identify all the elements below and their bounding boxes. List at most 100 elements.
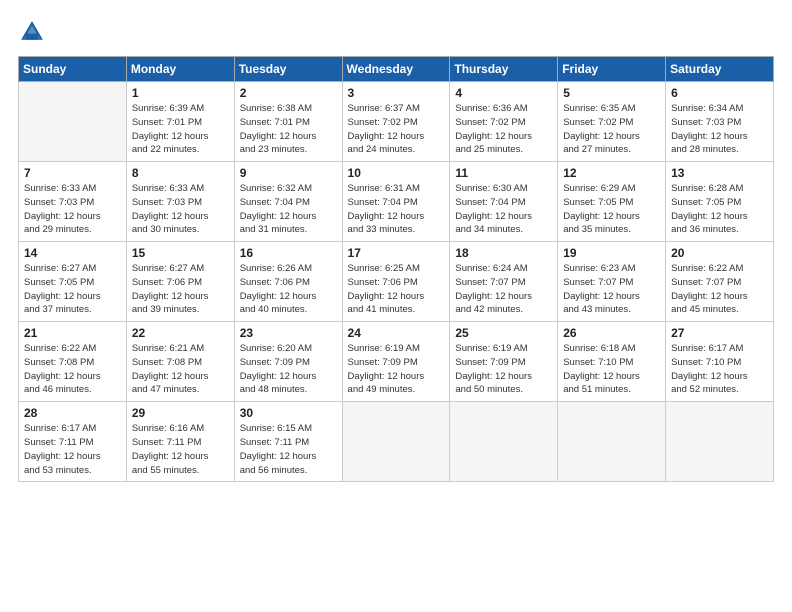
calendar-cell: 28Sunrise: 6:17 AM Sunset: 7:11 PM Dayli… [19, 402, 127, 482]
calendar-week-row: 14 Sunrise: 6:27 AM Sunset: 7:05 PM Dayli… [19, 242, 774, 322]
day-info: Sunrise: 6:19 AM Sunset: 7:09 PM Dayligh… [455, 342, 552, 397]
calendar-cell: 15 Sunrise: 6:27 AM Sunset: 7:06 PM Dayli… [126, 242, 234, 322]
weekday-header: Monday [126, 57, 234, 82]
day-number: 8 [132, 166, 229, 180]
weekday-header: Wednesday [342, 57, 450, 82]
calendar-cell [342, 402, 450, 482]
day-info: Sunrise: 6:25 AM Sunset: 7:06 PM Dayligh… [348, 262, 445, 317]
day-info: Sunrise: 6:22 AM Sunset: 7:07 PM Dayligh… [671, 262, 768, 317]
calendar-cell [19, 82, 127, 162]
calendar-cell: 19 Sunrise: 6:23 AM Sunset: 7:07 PM Dayli… [558, 242, 666, 322]
day-number: 30 [240, 406, 337, 420]
calendar-week-row: 21Sunrise: 6:22 AM Sunset: 7:08 PM Dayli… [19, 322, 774, 402]
calendar-cell: 16 Sunrise: 6:26 AM Sunset: 7:06 PM Dayli… [234, 242, 342, 322]
day-number: 18 [455, 246, 552, 260]
day-info: Sunrise: 6:20 AM Sunset: 7:09 PM Dayligh… [240, 342, 337, 397]
calendar-cell: 9 Sunrise: 6:32 AM Sunset: 7:04 PM Daylig… [234, 162, 342, 242]
day-info: Sunrise: 6:23 AM Sunset: 7:07 PM Dayligh… [563, 262, 660, 317]
calendar-cell: 3Sunrise: 6:37 AM Sunset: 7:02 PM Daylig… [342, 82, 450, 162]
day-number: 9 [240, 166, 337, 180]
calendar-cell: 22 Sunrise: 6:21 AM Sunset: 7:08 PM Dayli… [126, 322, 234, 402]
day-number: 5 [563, 86, 660, 100]
logo [18, 18, 50, 46]
day-info: Sunrise: 6:35 AM Sunset: 7:02 PM Dayligh… [563, 102, 660, 157]
day-info: Sunrise: 6:27 AM Sunset: 7:06 PM Dayligh… [132, 262, 229, 317]
day-info: Sunrise: 6:18 AM Sunset: 7:10 PM Dayligh… [563, 342, 660, 397]
calendar-cell: 17 Sunrise: 6:25 AM Sunset: 7:06 PM Dayli… [342, 242, 450, 322]
day-info: Sunrise: 6:19 AM Sunset: 7:09 PM Dayligh… [348, 342, 445, 397]
day-info: Sunrise: 6:26 AM Sunset: 7:06 PM Dayligh… [240, 262, 337, 317]
calendar-table: SundayMondayTuesdayWednesdayThursdayFrid… [18, 56, 774, 482]
calendar-cell: 20 Sunrise: 6:22 AM Sunset: 7:07 PM Dayli… [666, 242, 774, 322]
calendar-cell: 21Sunrise: 6:22 AM Sunset: 7:08 PM Dayli… [19, 322, 127, 402]
calendar-week-row: 1Sunrise: 6:39 AM Sunset: 7:01 PM Daylig… [19, 82, 774, 162]
calendar-cell: 24 Sunrise: 6:19 AM Sunset: 7:09 PM Dayli… [342, 322, 450, 402]
day-number: 29 [132, 406, 229, 420]
calendar-cell: 7 Sunrise: 6:33 AM Sunset: 7:03 PM Daylig… [19, 162, 127, 242]
calendar-cell [558, 402, 666, 482]
day-info: Sunrise: 6:16 AM Sunset: 7:11 PM Dayligh… [132, 422, 229, 477]
day-number: 10 [348, 166, 445, 180]
calendar-cell: 1Sunrise: 6:39 AM Sunset: 7:01 PM Daylig… [126, 82, 234, 162]
day-info: Sunrise: 6:32 AM Sunset: 7:04 PM Dayligh… [240, 182, 337, 237]
weekday-header: Friday [558, 57, 666, 82]
calendar-cell: 14 Sunrise: 6:27 AM Sunset: 7:05 PM Dayli… [19, 242, 127, 322]
calendar-cell: 6 Sunrise: 6:34 AM Sunset: 7:03 PM Daylig… [666, 82, 774, 162]
day-info: Sunrise: 6:34 AM Sunset: 7:03 PM Dayligh… [671, 102, 768, 157]
calendar-cell: 13 Sunrise: 6:28 AM Sunset: 7:05 PM Dayli… [666, 162, 774, 242]
day-number: 23 [240, 326, 337, 340]
day-info: Sunrise: 6:31 AM Sunset: 7:04 PM Dayligh… [348, 182, 445, 237]
day-number: 14 [24, 246, 121, 260]
calendar-cell: 10 Sunrise: 6:31 AM Sunset: 7:04 PM Dayli… [342, 162, 450, 242]
day-number: 2 [240, 86, 337, 100]
day-number: 27 [671, 326, 768, 340]
day-info: Sunrise: 6:37 AM Sunset: 7:02 PM Dayligh… [348, 102, 445, 157]
day-number: 19 [563, 246, 660, 260]
day-number: 20 [671, 246, 768, 260]
day-number: 13 [671, 166, 768, 180]
calendar-cell: 26Sunrise: 6:18 AM Sunset: 7:10 PM Dayli… [558, 322, 666, 402]
day-info: Sunrise: 6:15 AM Sunset: 7:11 PM Dayligh… [240, 422, 337, 477]
calendar-cell: 27 Sunrise: 6:17 AM Sunset: 7:10 PM Dayli… [666, 322, 774, 402]
calendar-body: 1Sunrise: 6:39 AM Sunset: 7:01 PM Daylig… [19, 82, 774, 482]
logo-icon [18, 18, 46, 46]
day-number: 7 [24, 166, 121, 180]
day-info: Sunrise: 6:21 AM Sunset: 7:08 PM Dayligh… [132, 342, 229, 397]
day-info: Sunrise: 6:17 AM Sunset: 7:10 PM Dayligh… [671, 342, 768, 397]
calendar-cell [450, 402, 558, 482]
day-number: 12 [563, 166, 660, 180]
calendar-cell: 12 Sunrise: 6:29 AM Sunset: 7:05 PM Dayli… [558, 162, 666, 242]
day-info: Sunrise: 6:33 AM Sunset: 7:03 PM Dayligh… [132, 182, 229, 237]
day-number: 4 [455, 86, 552, 100]
header [18, 18, 774, 46]
day-number: 17 [348, 246, 445, 260]
day-info: Sunrise: 6:17 AM Sunset: 7:11 PM Dayligh… [24, 422, 121, 477]
calendar-cell: 5 Sunrise: 6:35 AM Sunset: 7:02 PM Daylig… [558, 82, 666, 162]
day-number: 22 [132, 326, 229, 340]
calendar-cell: 23 Sunrise: 6:20 AM Sunset: 7:09 PM Dayli… [234, 322, 342, 402]
calendar-week-row: 7 Sunrise: 6:33 AM Sunset: 7:03 PM Daylig… [19, 162, 774, 242]
day-number: 24 [348, 326, 445, 340]
day-number: 6 [671, 86, 768, 100]
day-info: Sunrise: 6:27 AM Sunset: 7:05 PM Dayligh… [24, 262, 121, 317]
calendar-header-row: SundayMondayTuesdayWednesdayThursdayFrid… [19, 57, 774, 82]
day-number: 15 [132, 246, 229, 260]
weekday-header: Tuesday [234, 57, 342, 82]
calendar-cell: 11Sunrise: 6:30 AM Sunset: 7:04 PM Dayli… [450, 162, 558, 242]
weekday-header: Sunday [19, 57, 127, 82]
page: SundayMondayTuesdayWednesdayThursdayFrid… [0, 0, 792, 492]
day-info: Sunrise: 6:38 AM Sunset: 7:01 PM Dayligh… [240, 102, 337, 157]
weekday-header: Saturday [666, 57, 774, 82]
calendar-cell: 8 Sunrise: 6:33 AM Sunset: 7:03 PM Daylig… [126, 162, 234, 242]
day-number: 25 [455, 326, 552, 340]
day-info: Sunrise: 6:29 AM Sunset: 7:05 PM Dayligh… [563, 182, 660, 237]
day-info: Sunrise: 6:39 AM Sunset: 7:01 PM Dayligh… [132, 102, 229, 157]
day-number: 16 [240, 246, 337, 260]
day-info: Sunrise: 6:33 AM Sunset: 7:03 PM Dayligh… [24, 182, 121, 237]
calendar-cell: 25 Sunrise: 6:19 AM Sunset: 7:09 PM Dayli… [450, 322, 558, 402]
calendar-cell: 2 Sunrise: 6:38 AM Sunset: 7:01 PM Daylig… [234, 82, 342, 162]
calendar-cell: 30 Sunrise: 6:15 AM Sunset: 7:11 PM Dayli… [234, 402, 342, 482]
day-info: Sunrise: 6:28 AM Sunset: 7:05 PM Dayligh… [671, 182, 768, 237]
calendar-cell: 4Sunrise: 6:36 AM Sunset: 7:02 PM Daylig… [450, 82, 558, 162]
calendar-week-row: 28Sunrise: 6:17 AM Sunset: 7:11 PM Dayli… [19, 402, 774, 482]
